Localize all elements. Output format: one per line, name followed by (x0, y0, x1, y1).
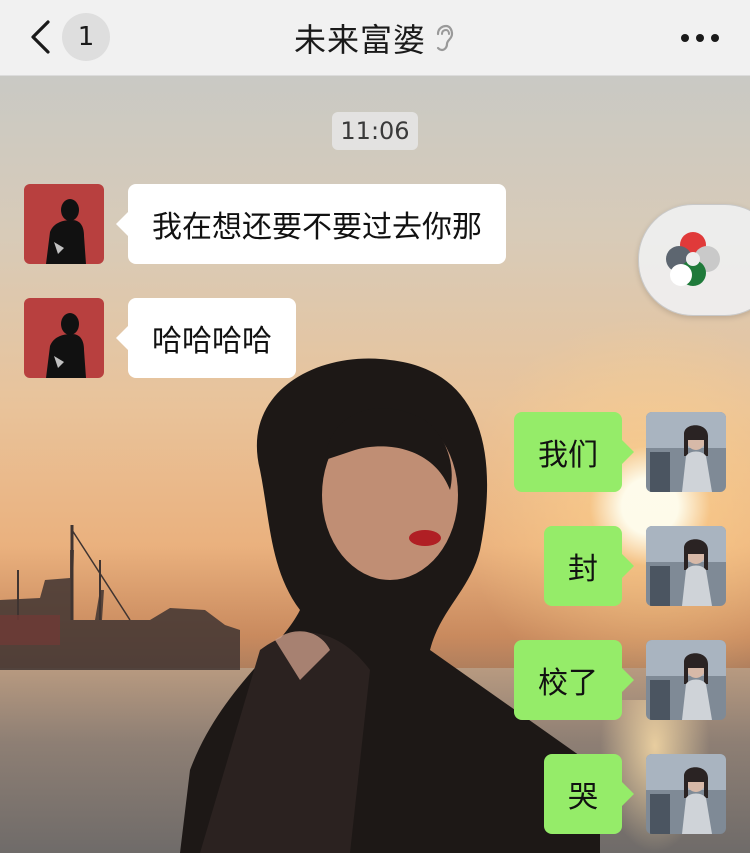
outgoing-message-bubble[interactable]: 哭 (544, 754, 634, 834)
floating-window-button[interactable] (638, 204, 750, 316)
unread-count-badge: 1 (62, 13, 110, 61)
chat-screen: 1 未来富婆 11:06 我在想还要不要过去你那 哈哈哈哈 我们 封 校了 哭 (0, 0, 750, 853)
floating-window-icon (666, 232, 720, 286)
self-avatar[interactable] (646, 640, 726, 720)
outgoing-message-bubble[interactable]: 校了 (514, 640, 634, 720)
outgoing-message-bubble[interactable]: 我们 (514, 412, 634, 492)
self-avatar[interactable] (646, 412, 726, 492)
chevron-left-icon (22, 14, 58, 60)
message-timestamp: 11:06 (332, 112, 418, 150)
contact-avatar[interactable] (24, 298, 104, 378)
back-button[interactable]: 1 (22, 13, 118, 61)
ear-icon (434, 23, 456, 53)
self-avatar[interactable] (646, 526, 726, 606)
more-dots-icon-dot (696, 34, 704, 42)
chat-title-area: 未来富婆 (150, 0, 600, 76)
chat-title: 未来富婆 (293, 21, 426, 59)
incoming-message-bubble[interactable]: 哈哈哈哈 (116, 298, 296, 378)
self-avatar[interactable] (646, 754, 726, 834)
more-dots-icon (681, 34, 689, 42)
outgoing-message-bubble[interactable]: 封 (544, 526, 634, 606)
contact-avatar[interactable] (24, 184, 104, 264)
incoming-message-bubble[interactable]: 我在想还要不要过去你那 (116, 184, 506, 264)
navigation-bar: 1 未来富婆 (0, 0, 750, 76)
more-dots-icon-dot (711, 34, 719, 42)
more-options-button[interactable] (672, 18, 728, 58)
